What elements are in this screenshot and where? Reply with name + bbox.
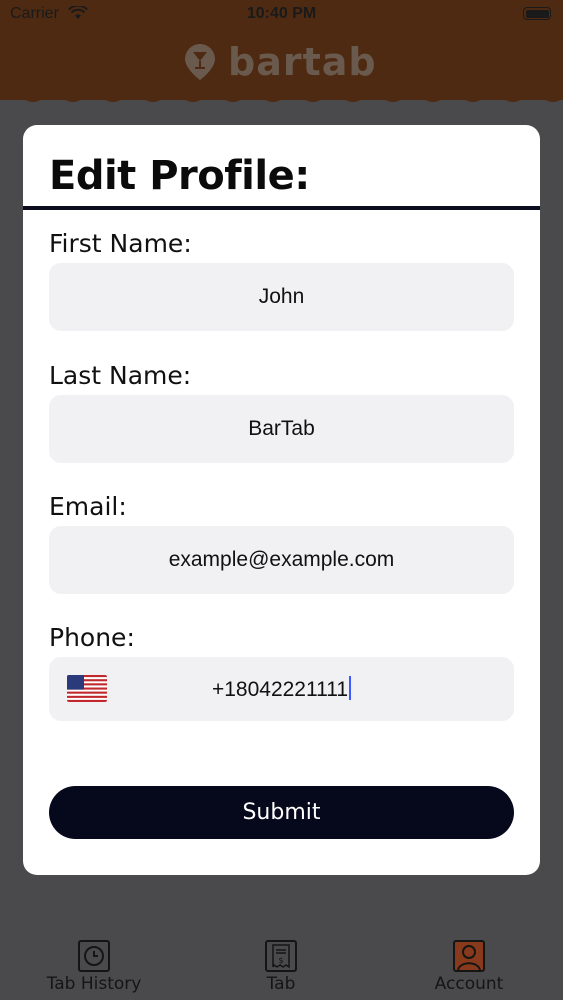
- phone-field[interactable]: +18042221111: [49, 657, 514, 721]
- tab-history[interactable]: Tab History: [46, 940, 142, 994]
- modal-title: Edit Profile:: [49, 153, 310, 199]
- submit-button[interactable]: Submit: [49, 786, 514, 839]
- account-icon: [453, 940, 485, 972]
- text-caret: [349, 676, 352, 700]
- header-wave-edge: [0, 92, 563, 102]
- receipt-icon: $: [265, 940, 297, 972]
- edit-profile-modal: Edit Profile: First Name: John Last Name…: [23, 125, 540, 875]
- logo-wordmark: bartab: [228, 40, 377, 84]
- tab-tab[interactable]: $ Tab: [254, 940, 308, 994]
- tab-history-label: Tab History: [46, 974, 142, 994]
- first-name-label: First Name:: [49, 229, 192, 258]
- tab-tab-label: Tab: [266, 974, 296, 994]
- clock-history-icon: [78, 940, 110, 972]
- email-field[interactable]: example@example.com: [49, 526, 514, 594]
- status-bar: Carrier 10:40 PM: [0, 0, 563, 28]
- last-name-label: Last Name:: [49, 361, 192, 390]
- title-divider: [23, 206, 540, 210]
- svg-text:$: $: [278, 956, 283, 965]
- first-name-field[interactable]: John: [49, 263, 514, 331]
- app-logo: bartab: [182, 40, 377, 84]
- status-time: 10:40 PM: [246, 5, 317, 22]
- phone-label: Phone:: [49, 623, 135, 652]
- tab-account[interactable]: Account: [428, 940, 510, 994]
- battery-icon: [523, 7, 551, 20]
- bottom-tab-bar: Tab History $ Tab Account: [0, 930, 563, 1000]
- email-label: Email:: [49, 492, 127, 521]
- phone-value-wrap: +18042221111: [49, 676, 514, 702]
- tab-account-label: Account: [434, 974, 504, 994]
- phone-value: +18042221111: [211, 678, 349, 701]
- last-name-field[interactable]: BarTab: [49, 395, 514, 463]
- glass-pin-icon: [185, 44, 215, 80]
